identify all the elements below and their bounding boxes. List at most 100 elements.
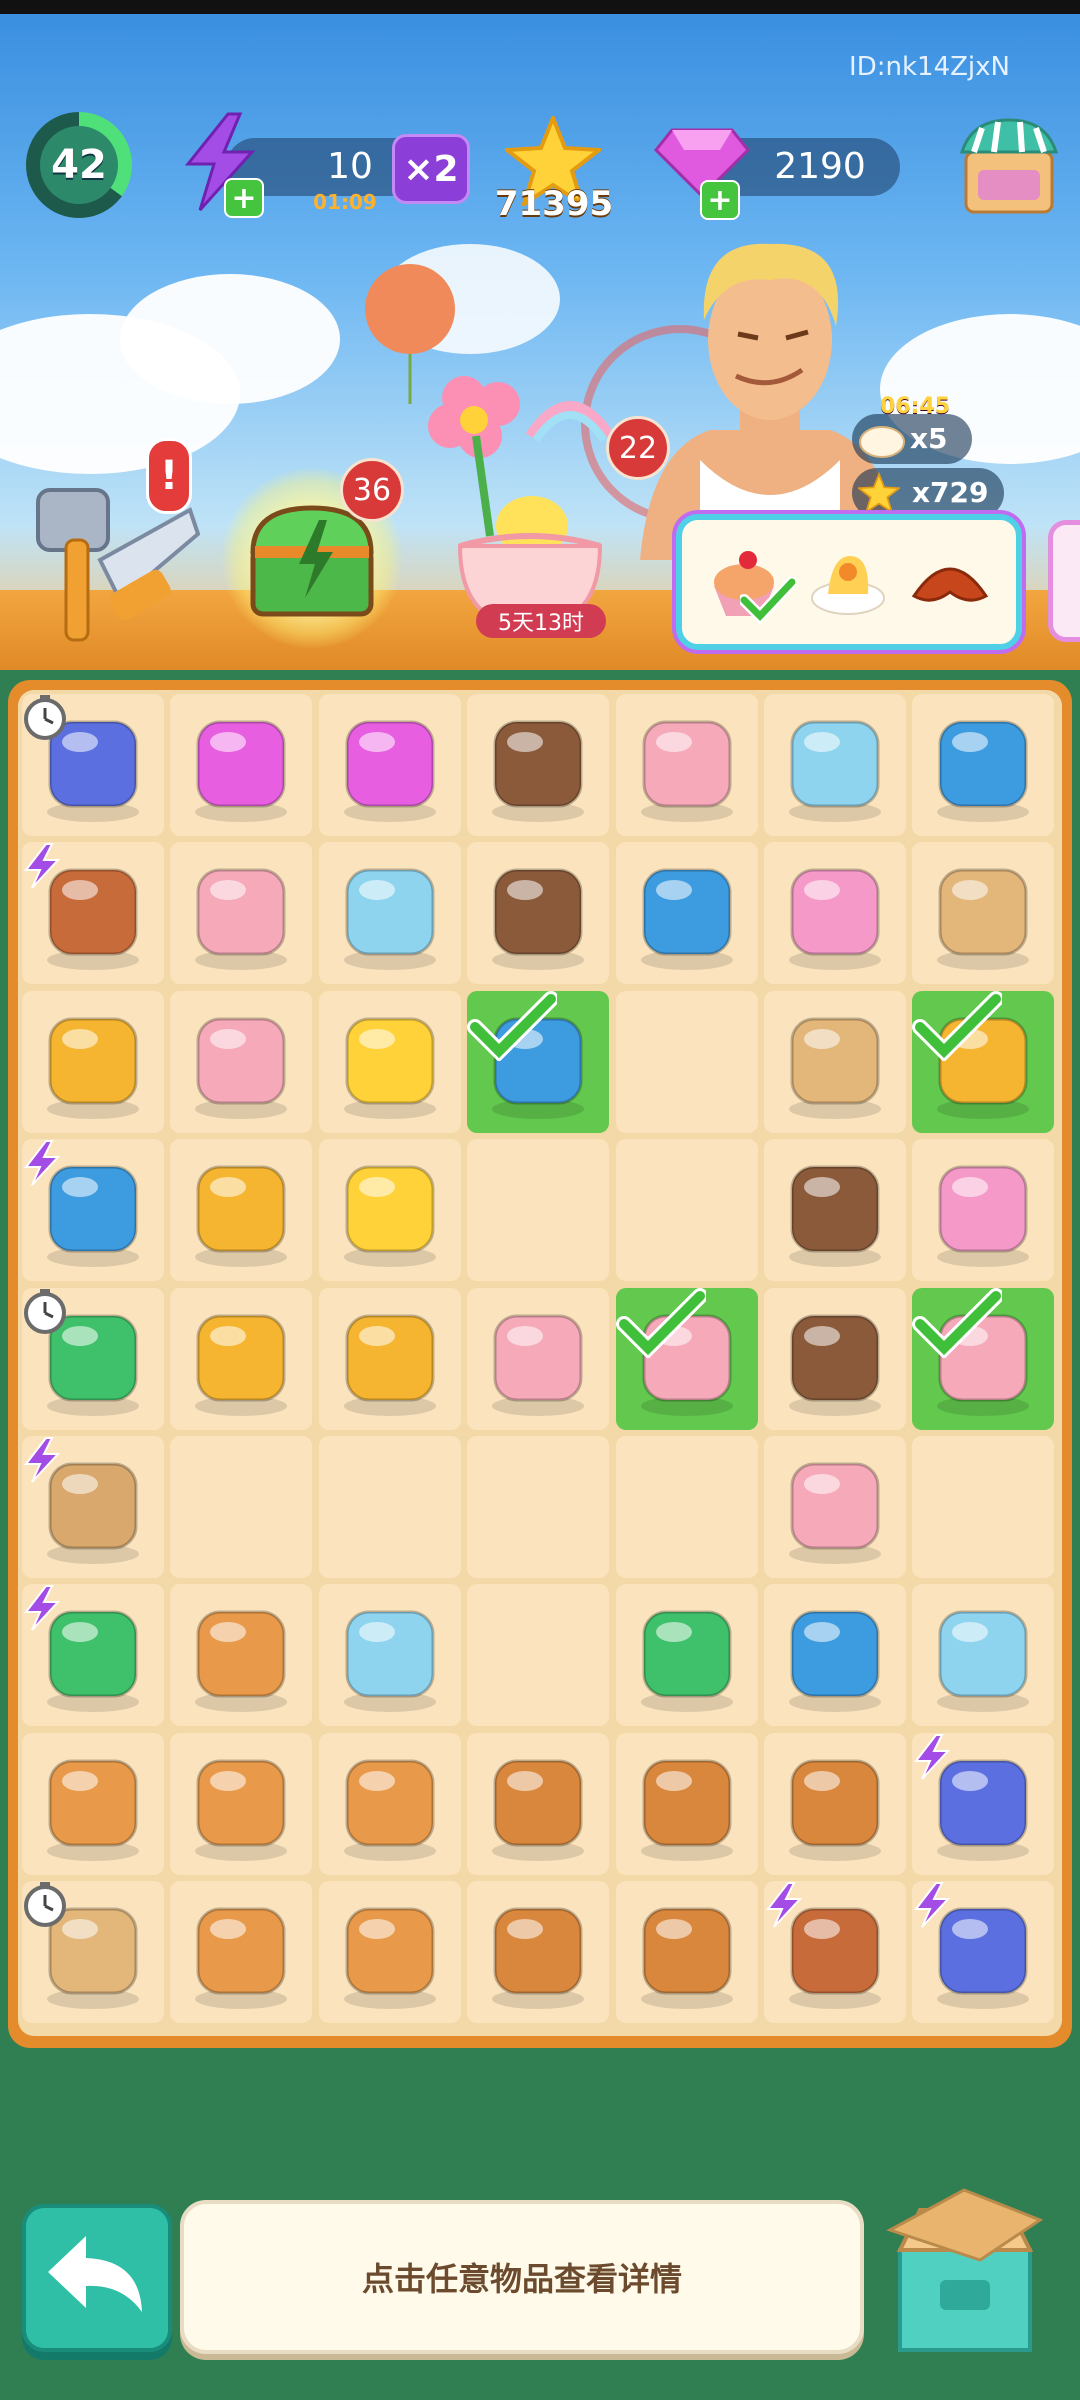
egg-dessert-icon	[811, 556, 885, 615]
offer-item-reward: x5	[852, 414, 972, 464]
bread-tray-icon	[640, 1759, 733, 1861]
board-cell[interactable]	[912, 842, 1055, 985]
toilet-dog-icon	[343, 1759, 436, 1861]
blue-book-icon	[640, 868, 733, 971]
board-cell[interactable]	[22, 1881, 164, 2024]
board-cell[interactable]	[615, 990, 758, 1133]
board-cell[interactable]	[467, 694, 610, 836]
board-cell[interactable]	[764, 1436, 906, 1578]
board-cell[interactable]	[22, 1139, 164, 1282]
board-cell[interactable]	[764, 1881, 906, 2024]
photo-book-icon	[789, 1610, 881, 1713]
level-indicator[interactable]: 42	[26, 112, 132, 218]
board-cell[interactable]	[170, 842, 313, 985]
board-cell[interactable]	[467, 990, 610, 1133]
board-cell[interactable]	[170, 1881, 313, 2024]
board-cell[interactable]	[912, 1881, 1055, 2024]
board-cell[interactable]	[912, 990, 1055, 1133]
board-cell[interactable]	[764, 842, 906, 985]
board-cell[interactable]	[170, 1436, 313, 1578]
board-cell[interactable]	[170, 1732, 313, 1875]
bagel-icon	[640, 1907, 733, 2010]
order-panel[interactable]	[676, 514, 1022, 650]
board-cell[interactable]	[318, 1881, 461, 2024]
board-cell[interactable]	[318, 1732, 461, 1875]
board-cell[interactable]	[615, 694, 758, 836]
timer-clock-icon	[24, 1288, 66, 1334]
board-cell[interactable]	[22, 990, 164, 1133]
energy-multiplier-button[interactable]: ×2	[392, 134, 470, 204]
energy-bolt-icon	[23, 1437, 61, 1483]
board-cell[interactable]	[467, 1139, 610, 1282]
board-cell[interactable]	[22, 1436, 164, 1578]
stars-cluster-icon	[343, 1017, 436, 1119]
board-cell[interactable]	[912, 694, 1055, 836]
latte-cup-icon	[492, 868, 585, 971]
board-cell[interactable]	[467, 1732, 610, 1875]
side-tab[interactable]	[1048, 520, 1080, 642]
back-button[interactable]	[22, 2204, 172, 2352]
board-cell[interactable]	[615, 1139, 758, 1282]
storage-box-icon[interactable]	[880, 2180, 1050, 2360]
board-cell[interactable]	[912, 1139, 1055, 1282]
board-cell[interactable]	[22, 1584, 164, 1727]
gem-plus-button[interactable]: +	[700, 180, 740, 220]
board-cell[interactable]	[22, 1732, 164, 1875]
board-cell[interactable]	[318, 1436, 461, 1578]
board-cell[interactable]	[912, 1436, 1055, 1578]
board-cell[interactable]	[912, 1732, 1055, 1875]
board-cell[interactable]	[318, 1287, 461, 1430]
board-cell[interactable]	[764, 1584, 906, 1727]
board-cell[interactable]	[912, 1584, 1055, 1727]
board-cell[interactable]	[615, 1287, 758, 1430]
popup-castle-book-icon	[937, 720, 1030, 822]
board-cell[interactable]	[467, 1881, 610, 2024]
board-cell[interactable]	[615, 1436, 758, 1578]
board-cell[interactable]	[22, 694, 164, 836]
board-cell[interactable]	[615, 1732, 758, 1875]
sandwich-icon	[492, 1759, 585, 1861]
check-icon	[912, 1287, 1003, 1358]
honeycomb-cake-icon	[195, 1017, 288, 1119]
board-cell[interactable]	[22, 1287, 164, 1430]
board-cell[interactable]	[615, 1881, 758, 2024]
board-cell[interactable]	[318, 1584, 461, 1727]
coffee-cup-icon	[789, 1165, 881, 1268]
bowl-dog-icon	[343, 1907, 436, 2010]
purple-box-icon	[937, 868, 1030, 971]
level-number: 42	[40, 126, 118, 204]
board-cell[interactable]	[615, 842, 758, 985]
board-cell[interactable]	[318, 990, 461, 1133]
bread-loaf-icon	[492, 1907, 585, 2010]
board-cell[interactable]	[22, 842, 164, 985]
board-cell[interactable]	[170, 1287, 313, 1430]
takeaway-coffee-icon	[789, 1314, 881, 1416]
board-cell[interactable]	[170, 694, 313, 836]
player-id: ID:nk14ZjxN	[849, 52, 1010, 82]
energy-plus-button[interactable]: +	[224, 178, 264, 218]
lemonade-icon	[937, 1610, 1030, 1713]
board-cell[interactable]	[318, 694, 461, 836]
board-cell[interactable]	[170, 990, 313, 1133]
board-cell[interactable]	[318, 842, 461, 985]
bun-tray-icon	[789, 1759, 881, 1861]
snow-globe-icon	[343, 868, 436, 971]
board-cell[interactable]	[764, 1732, 906, 1875]
shop-icon[interactable]	[960, 112, 1058, 216]
offer-star-count: x729	[912, 476, 989, 509]
board-cell[interactable]	[467, 1436, 610, 1578]
board-cell[interactable]	[170, 1584, 313, 1727]
board-cell[interactable]	[467, 1584, 610, 1727]
board-cell[interactable]	[764, 990, 906, 1133]
board-cell[interactable]	[764, 1139, 906, 1282]
flower-event-icon[interactable]	[420, 376, 630, 636]
board-cell[interactable]	[170, 1139, 313, 1282]
board-cell[interactable]	[467, 842, 610, 985]
beehive-icon	[47, 1017, 139, 1119]
board-cell[interactable]	[764, 694, 906, 836]
board-cell[interactable]	[912, 1287, 1055, 1430]
board-cell[interactable]	[467, 1287, 610, 1430]
board-cell[interactable]	[615, 1584, 758, 1727]
board-cell[interactable]	[764, 1287, 906, 1430]
board-cell[interactable]	[318, 1139, 461, 1282]
